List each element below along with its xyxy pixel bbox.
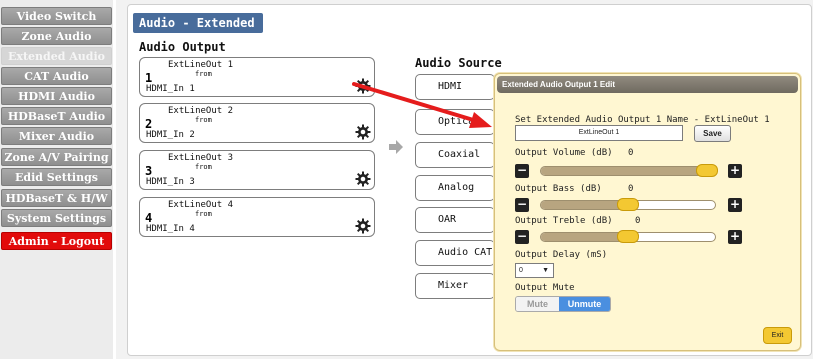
output-source: HDMI_In 1 [146,84,195,94]
unmute-button[interactable]: Unmute [559,297,610,311]
sidebar-item-zone-av-pairing[interactable]: Zone A/V Pairing [1,148,112,166]
sidebar-item-extended-audio[interactable]: Extended Audio [1,47,112,65]
sidebar-item-hdbaset-hw[interactable]: HDBaseT & H/W [1,189,112,207]
chevron-down-icon: ▼ [542,267,549,274]
output-card-3[interactable]: ExtLineOut 3 from 3 HDMI_In 3 [139,150,375,190]
output-name: ExtLineOut 3 [168,153,234,163]
red-pointer-arrow [352,82,492,128]
sidebar-item-cat-audio[interactable]: CAT Audio [1,67,112,85]
delay-label: Output Delay (mS) [515,250,608,260]
bass-decrease-button[interactable]: − [515,198,529,212]
page-title: Audio - Extended [133,13,263,33]
delay-select[interactable]: 0 ▼ [515,263,554,278]
treble-slider-thumb[interactable] [617,230,639,243]
output-from: from [195,210,212,218]
treble-decrease-button[interactable]: − [515,230,529,244]
bass-slider-thumb[interactable] [617,198,639,211]
audio-output-label: Audio Output [139,40,226,54]
sidebar-item-video-switch[interactable]: Video Switch [1,7,112,25]
sidebar-item-hdmi-audio[interactable]: HDMI Audio [1,87,112,105]
bass-value: 0 [628,184,634,194]
output-name: ExtLineOut 2 [168,106,234,116]
bass-increase-button[interactable]: + [728,198,742,212]
treble-label: Output Treble (dB) [515,216,613,226]
sidebar-item-zone-audio[interactable]: Zone Audio [1,27,112,45]
output-from: from [195,116,212,124]
volume-value: 0 [628,148,634,158]
source-button-mixer[interactable]: Mixer [415,273,495,299]
output-card-4[interactable]: ExtLineOut 4 from 4 HDMI_In 4 [139,197,375,237]
gear-icon[interactable] [355,171,371,187]
save-button[interactable]: Save [694,125,731,142]
mute-button[interactable]: Mute [516,297,559,311]
volume-slider[interactable] [540,166,716,176]
output-source: HDMI_In 2 [146,130,195,140]
output-source: HDMI_In 3 [146,177,195,187]
volume-increase-button[interactable]: + [728,164,742,178]
treble-increase-button[interactable]: + [728,230,742,244]
bass-label: Output Bass (dB) [515,184,602,194]
mute-toggle-group: Mute Unmute [515,296,611,312]
sidebar-item-mixer-audio[interactable]: Mixer Audio [1,127,112,145]
treble-value: 0 [635,216,641,226]
exit-button[interactable]: Exit [763,327,792,344]
mute-label: Output Mute [515,283,575,293]
arrow-right-icon [389,140,403,154]
source-button-audio-cat[interactable]: Audio CAT [415,240,495,266]
sidebar: Video Switch Zone Audio Extended Audio C… [0,0,113,359]
output-card-2[interactable]: ExtLineOut 2 from 2 HDMI_In 2 [139,103,375,143]
delay-value: 0 [519,267,523,274]
sidebar-item-hdbaset-audio[interactable]: HDBaseT Audio [1,107,112,125]
volume-fill [541,167,707,175]
output-card-1[interactable]: ExtLineOut 1 from 1 HDMI_In 1 [139,57,375,97]
output-source: HDMI_In 4 [146,224,195,234]
source-button-analog[interactable]: Analog [415,175,495,201]
volume-label: Output Volume (dB) [515,148,613,158]
output-number: 3 [145,164,153,178]
edit-dialog: Extended Audio Output 1 Edit Set Extende… [494,73,801,351]
source-button-oar[interactable]: OAR [415,207,495,233]
volume-slider-thumb[interactable] [696,164,719,177]
output-number: 1 [145,71,153,85]
output-name: ExtLineOut 1 [168,60,234,70]
output-name-input[interactable]: ExtLineOut 1 [515,125,683,141]
audio-source-label: Audio Source [415,56,502,70]
output-name: ExtLineOut 4 [168,200,234,210]
gear-icon[interactable] [355,218,371,234]
dialog-title: Extended Audio Output 1 Edit [497,76,798,93]
volume-decrease-button[interactable]: − [515,164,529,178]
sidebar-item-system-settings[interactable]: System Settings [1,209,112,227]
sidebar-item-edid-settings[interactable]: Edid Settings [1,168,112,186]
sidebar-item-admin-logout[interactable]: Admin - Logout [1,232,112,250]
output-from: from [195,163,212,171]
output-number: 4 [145,211,153,225]
source-button-coaxial[interactable]: Coaxial [415,142,495,168]
treble-fill [541,233,628,241]
output-number: 2 [145,117,153,131]
output-from: from [195,70,212,78]
name-setting-label: Set Extended Audio Output 1 Name - ExtLi… [515,115,770,125]
bass-fill [541,201,628,209]
